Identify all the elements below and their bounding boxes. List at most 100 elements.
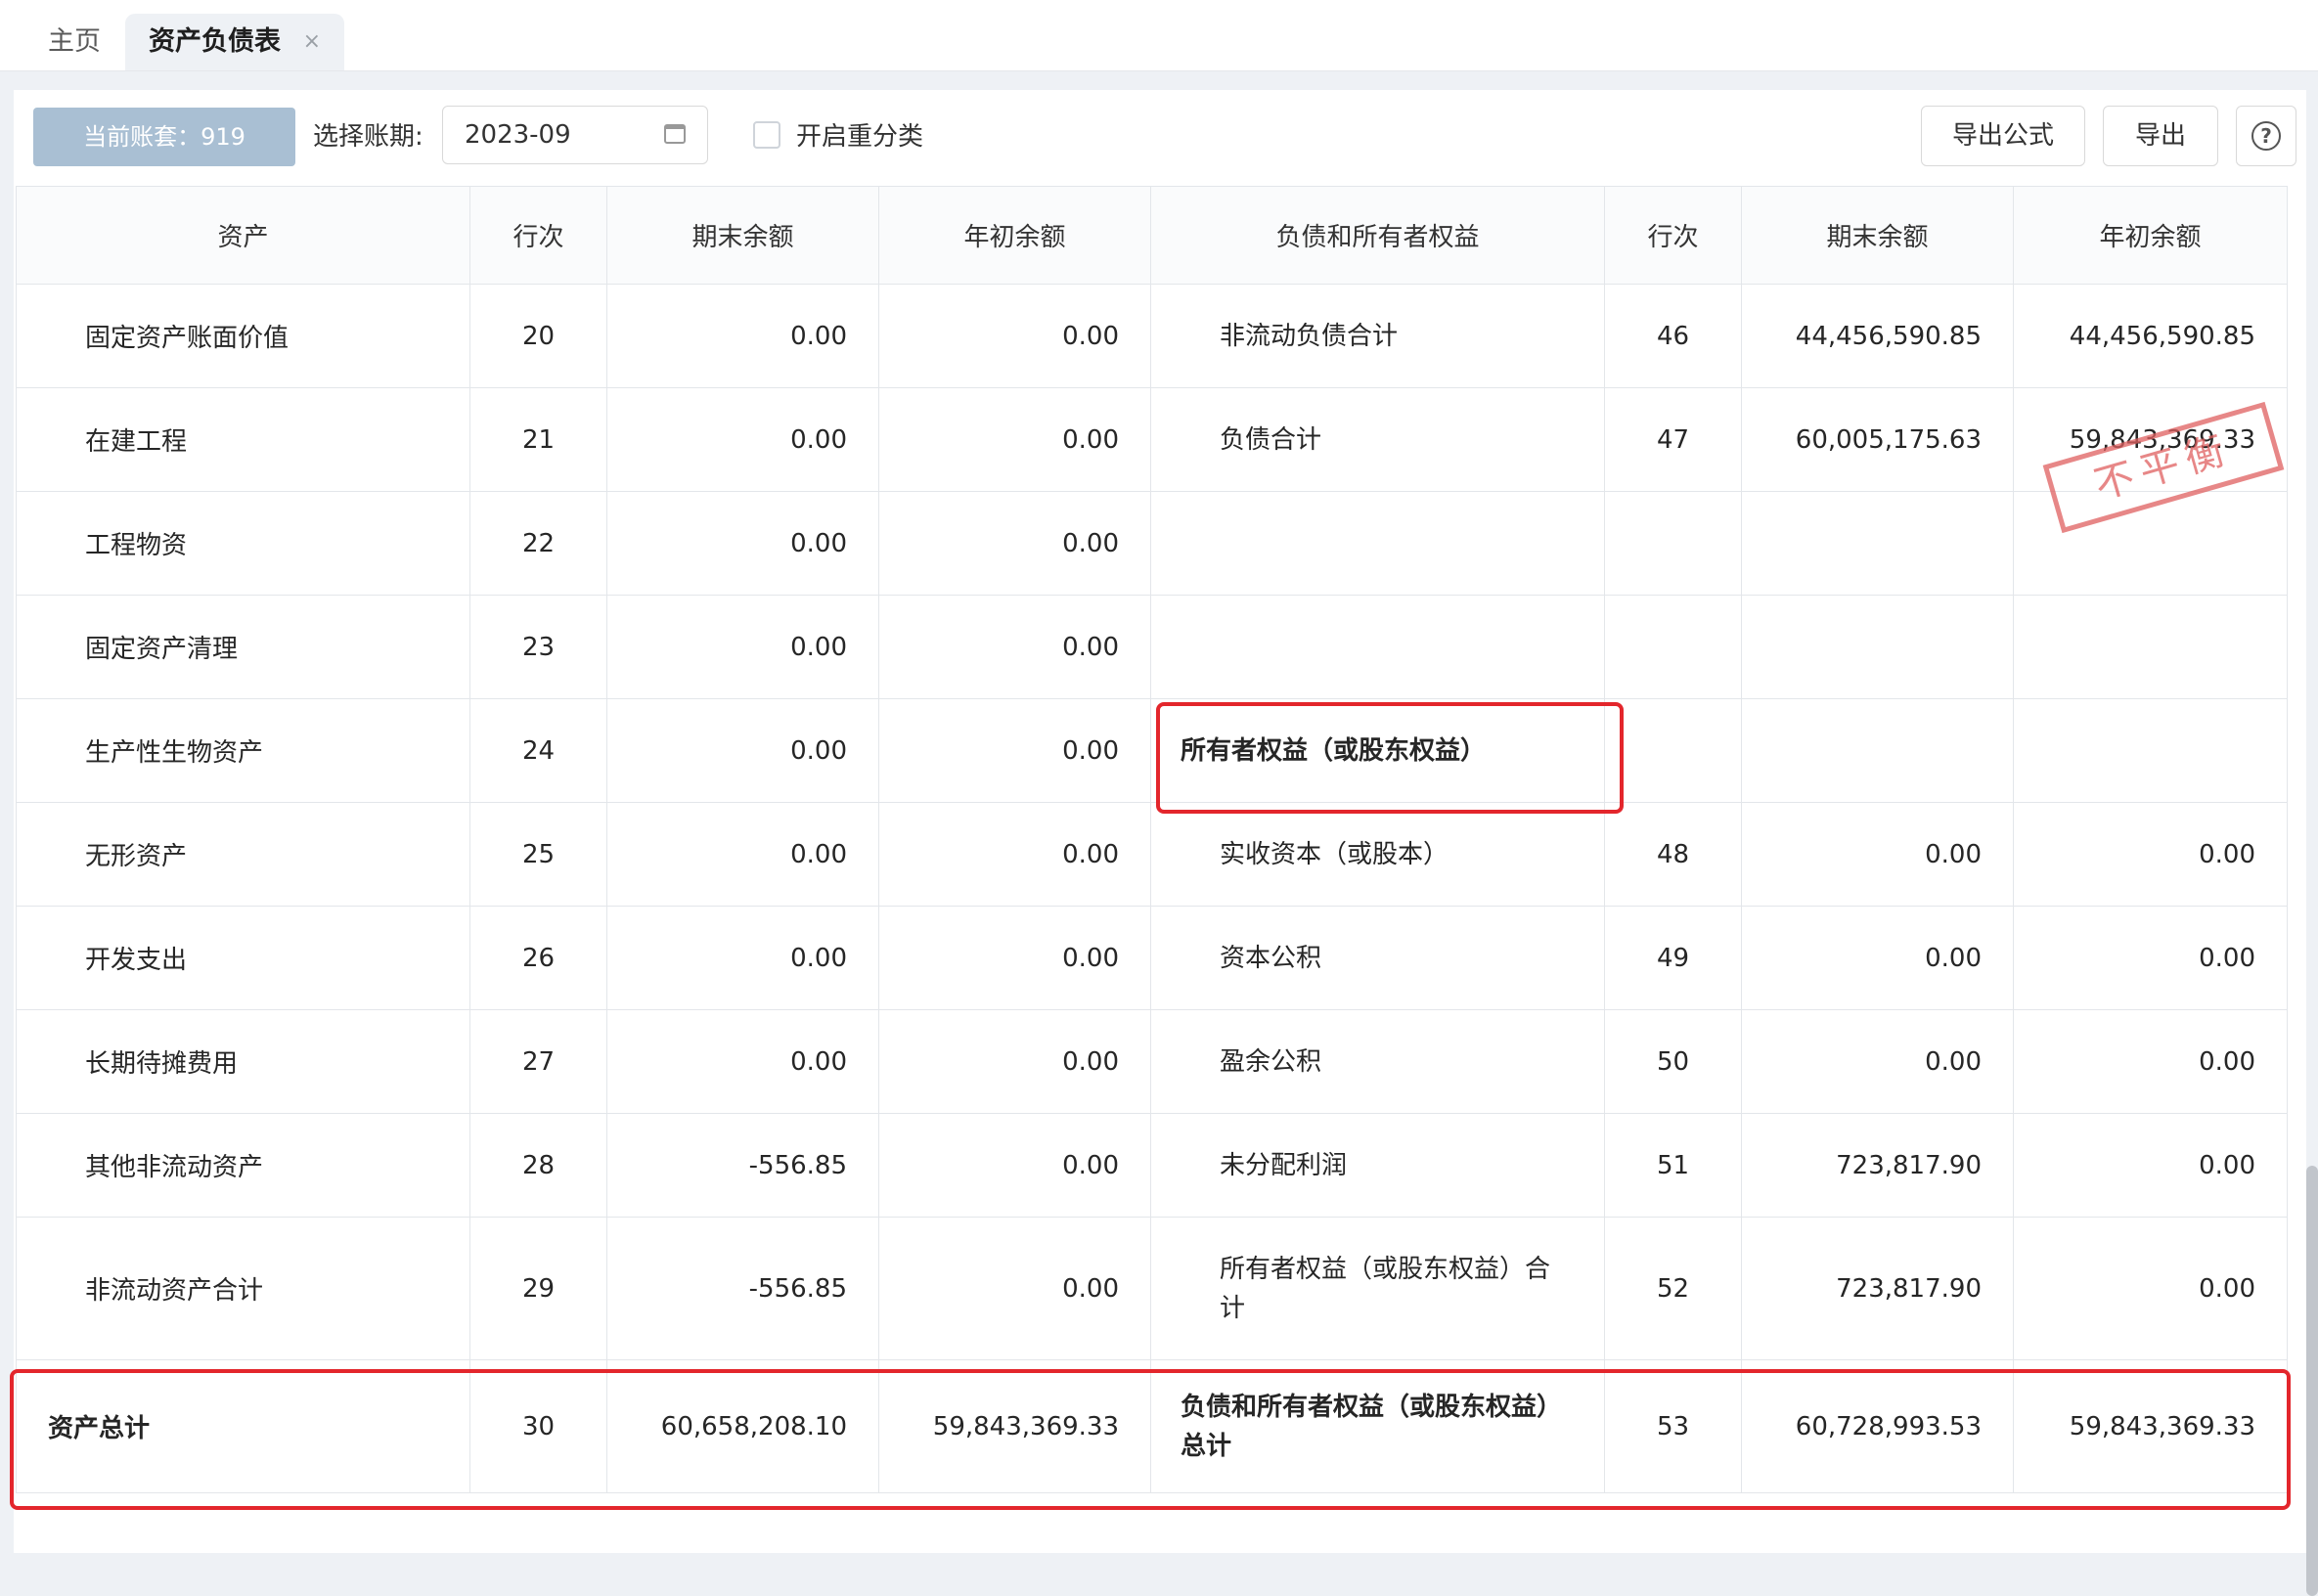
header-end-balance: 期末余额 [1741,186,2014,285]
asset-begin: 0.00 [878,1009,1151,1114]
asset-end: -556.85 [606,1113,879,1218]
liability-line [1604,595,1742,699]
liability-begin: 44,456,590.85 [2013,284,2288,388]
table-row: 工程物资 22 0.00 0.00 [16,491,2288,596]
asset-end: 0.00 [606,491,879,596]
question-icon: ? [2251,121,2281,151]
liability-name: 盈余公积 [1150,1009,1605,1114]
liability-line: 52 [1604,1217,1742,1360]
liability-end: 0.00 [1741,802,2014,907]
liability-line [1604,491,1742,596]
export-button[interactable]: 导出 [2103,106,2218,166]
equity-title-highlight [1156,702,1624,814]
table-row: 无形资产 25 0.00 0.00 实收资本（或股本） 48 0.00 0.00 [16,802,2288,907]
period-value: 2023-09 [465,120,571,150]
asset-line: 26 [469,906,607,1010]
table-row: 非流动资产合计 29 -556.85 0.00 所有者权益（或股东权益）合计 5… [16,1217,2288,1360]
asset-line: 25 [469,802,607,907]
asset-name: 固定资产账面价值 [16,284,470,388]
tab-balance-sheet[interactable]: 资产负债表 × [125,14,344,70]
tab-bar: 主页 资产负债表 × [0,0,2318,71]
current-ledger-badge: 当前账套：919 [33,108,295,166]
asset-line: 27 [469,1009,607,1114]
header-begin-balance: 年初余额 [2013,186,2288,285]
liability-end: 0.00 [1741,906,2014,1010]
tab-balance-sheet-label: 资产负债表 [149,26,281,57]
liability-end: 0.00 [1741,1009,2014,1114]
table-row: 在建工程 21 0.00 0.00 负债合计 47 60,005,175.63 … [16,387,2288,492]
liability-begin: 0.00 [2013,802,2288,907]
liability-end: 60,005,175.63 [1741,387,2014,492]
asset-line: 23 [469,595,607,699]
header-line: 行次 [469,186,607,285]
asset-begin: 0.00 [878,595,1151,699]
liability-name: 非流动负债合计 [1150,284,1605,388]
liability-begin: 0.00 [2013,1009,2288,1114]
asset-end: 0.00 [606,387,879,492]
balance-sheet-panel: 当前账套：919 选择账期: 2023-09 开启重分类 导出公式 导出 ? 资… [10,90,2318,1596]
asset-line: 22 [469,491,607,596]
period-picker[interactable]: 2023-09 [442,106,708,164]
asset-begin: 0.00 [878,1217,1151,1360]
reclassify-checkbox[interactable] [753,121,780,149]
balance-sheet-table: 资产 行次 期末余额 年初余额 负债和所有者权益 行次 期末余额 年初余额 固定… [16,186,2288,1493]
asset-begin: 0.00 [878,802,1151,907]
asset-end: -556.85 [606,1217,879,1360]
liability-line: 48 [1604,802,1742,907]
asset-end: 0.00 [606,284,879,388]
asset-name: 工程物资 [16,491,470,596]
period-label: 选择账期: [313,122,423,152]
table-row: 其他非流动资产 28 -556.85 0.00 未分配利润 51 723,817… [16,1113,2288,1218]
liability-line: 51 [1604,1113,1742,1218]
liability-begin: 0.00 [2013,1217,2288,1360]
liability-name [1150,491,1605,596]
asset-name: 其他非流动资产 [16,1113,470,1218]
liability-end: 723,817.90 [1741,1113,2014,1218]
liability-line: 46 [1604,284,1742,388]
header-line: 行次 [1604,186,1742,285]
reclassify-label[interactable]: 开启重分类 [796,108,923,166]
help-button[interactable]: ? [2236,106,2296,166]
liability-line: 49 [1604,906,1742,1010]
asset-name: 开发支出 [16,906,470,1010]
asset-name: 长期待摊费用 [16,1009,470,1114]
header-end-balance: 期末余额 [606,186,879,285]
liability-line [1604,698,1742,803]
liability-begin: 0.00 [2013,906,2288,1010]
liability-name [1150,595,1605,699]
liability-line: 47 [1604,387,1742,492]
calendar-icon[interactable] [664,124,686,144]
asset-line: 24 [469,698,607,803]
table-row: 固定资产账面价值 20 0.00 0.00 非流动负债合计 46 44,456,… [16,284,2288,388]
asset-line: 29 [469,1217,607,1360]
asset-end: 0.00 [606,802,879,907]
tab-home[interactable]: 主页 [25,14,123,70]
liability-name: 未分配利润 [1150,1113,1605,1218]
asset-begin: 0.00 [878,1113,1151,1218]
asset-line: 21 [469,387,607,492]
liability-begin [2013,698,2288,803]
liability-begin [2013,595,2288,699]
liability-end [1741,595,2014,699]
total-row-highlight [10,1369,2291,1510]
asset-name: 非流动资产合计 [16,1217,470,1360]
vertical-scrollbar[interactable] [2306,1166,2318,1596]
asset-begin: 0.00 [878,387,1151,492]
toolbar: 当前账套：919 选择账期: 2023-09 开启重分类 导出公式 导出 ? [14,90,2306,188]
export-formula-button[interactable]: 导出公式 [1921,106,2085,166]
liability-begin: 0.00 [2013,1113,2288,1218]
asset-end: 0.00 [606,1009,879,1114]
table-row: 生产性生物资产 24 0.00 0.00 所有者权益（或股东权益） [16,698,2288,803]
header-liabilities-equity: 负债和所有者权益 [1150,186,1605,285]
liability-name: 负债合计 [1150,387,1605,492]
asset-begin: 0.00 [878,906,1151,1010]
asset-name: 无形资产 [16,802,470,907]
asset-begin: 0.00 [878,491,1151,596]
liability-end [1741,698,2014,803]
close-icon[interactable]: × [303,14,321,70]
asset-begin: 0.00 [878,698,1151,803]
liability-end [1741,491,2014,596]
table-header-row: 资产 行次 期末余额 年初余额 负债和所有者权益 行次 期末余额 年初余额 [16,186,2288,285]
liability-line: 50 [1604,1009,1742,1114]
table-row: 开发支出 26 0.00 0.00 资本公积 49 0.00 0.00 [16,906,2288,1010]
